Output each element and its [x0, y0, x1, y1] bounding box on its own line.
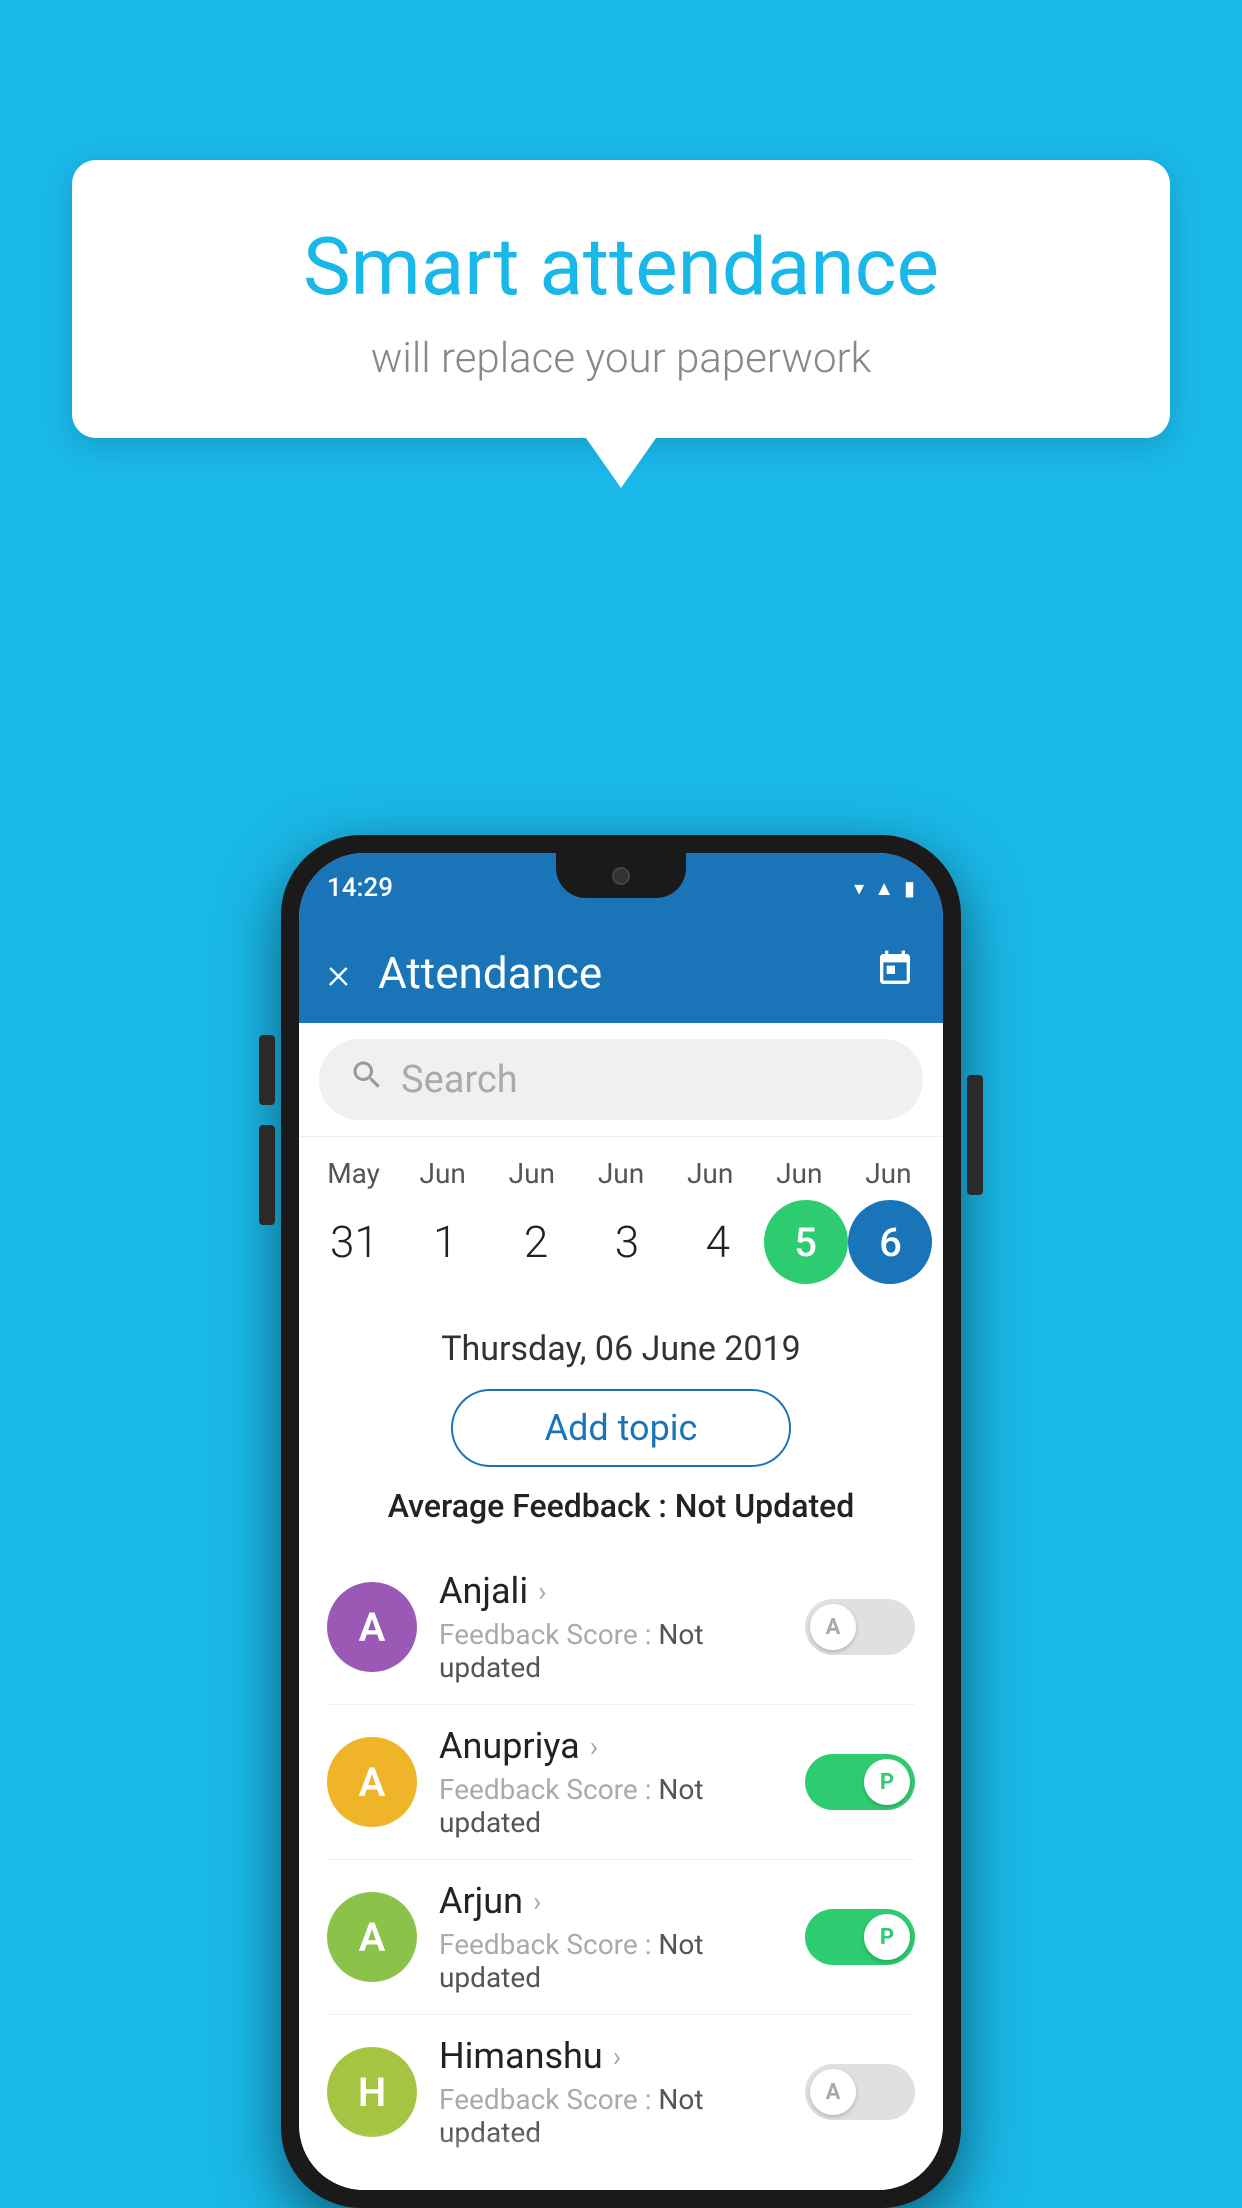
bubble-subtitle: will replace your paperwork	[132, 334, 1110, 383]
calendar-dates: 31 1 2 3 4 5 6	[309, 1200, 933, 1299]
student-info-arjun: Arjun › Feedback Score : Not updated	[439, 1880, 783, 1994]
avatar-anupriya: A	[327, 1737, 417, 1827]
toggle-switch-anjali[interactable]: A	[805, 1599, 915, 1655]
toggle-anjali[interactable]: A	[805, 1599, 915, 1655]
content-area: Thursday, 06 June 2019 Add topic Average…	[299, 1309, 943, 2190]
search-container: Search	[299, 1023, 943, 1137]
status-bar: 14:29 ▾ ▲ ▮	[299, 853, 943, 923]
status-time: 14:29	[327, 873, 393, 903]
month-5: Jun	[755, 1157, 844, 1190]
month-0: May	[309, 1157, 398, 1190]
chevron-right-icon: ›	[533, 1885, 541, 1918]
date-6-selected[interactable]: 6	[848, 1200, 932, 1284]
phone-notch	[556, 853, 686, 898]
wifi-icon: ▾	[854, 876, 864, 900]
toggle-knob-anjali: A	[810, 1604, 856, 1650]
month-1: Jun	[398, 1157, 487, 1190]
student-info-anjali: Anjali › Feedback Score : Not updated	[439, 1570, 783, 1684]
toggle-anupriya[interactable]: P	[805, 1754, 915, 1810]
chevron-right-icon: ›	[538, 1575, 546, 1608]
month-4: Jun	[666, 1157, 755, 1190]
avatar-anjali: A	[327, 1582, 417, 1672]
student-row: A Arjun › Feedback Score : Not updated P	[327, 1860, 915, 2015]
app-bar: × Attendance	[299, 923, 943, 1023]
phone-wrapper: 14:29 ▾ ▲ ▮ × Attendance	[281, 835, 961, 2208]
date-5-today[interactable]: 5	[764, 1200, 848, 1284]
month-3: Jun	[576, 1157, 665, 1190]
chevron-right-icon: ›	[590, 1730, 598, 1763]
student-feedback-anupriya: Feedback Score : Not updated	[439, 1773, 783, 1839]
selected-date: Thursday, 06 June 2019	[327, 1329, 915, 1369]
status-icons: ▾ ▲ ▮	[854, 876, 915, 901]
volume-down-button[interactable]	[259, 1125, 275, 1225]
date-2[interactable]: 2	[491, 1216, 581, 1268]
date-1[interactable]: 1	[400, 1216, 490, 1268]
toggle-arjun[interactable]: P	[805, 1909, 915, 1965]
avg-feedback-label: Average Feedback :	[388, 1487, 667, 1525]
search-placeholder: Search	[401, 1058, 518, 1102]
front-camera	[612, 867, 630, 885]
calendar-months: May Jun Jun Jun Jun Jun Jun	[309, 1157, 933, 1190]
toggle-switch-arjun[interactable]: P	[805, 1909, 915, 1965]
month-2: Jun	[487, 1157, 576, 1190]
toggle-knob-anupriya: P	[864, 1759, 910, 1805]
month-6: Jun	[844, 1157, 933, 1190]
avg-feedback-value: Not Updated	[675, 1487, 855, 1525]
phone-outer: 14:29 ▾ ▲ ▮ × Attendance	[281, 835, 961, 2208]
volume-up-button[interactable]	[259, 1035, 275, 1105]
add-topic-button[interactable]: Add topic	[451, 1389, 791, 1467]
student-row: A Anjali › Feedback Score : Not updated …	[327, 1550, 915, 1705]
bubble-arrow	[586, 438, 656, 488]
chevron-right-icon: ›	[613, 2040, 621, 2073]
student-row: A Anupriya › Feedback Score : Not update…	[327, 1705, 915, 1860]
student-feedback-himanshu: Feedback Score : Not updated	[439, 2083, 783, 2149]
student-info-anupriya: Anupriya › Feedback Score : Not updated	[439, 1725, 783, 1839]
phone-screen: 14:29 ▾ ▲ ▮ × Attendance	[299, 853, 943, 2190]
avg-feedback: Average Feedback : Not Updated	[327, 1487, 915, 1525]
date-4[interactable]: 4	[673, 1216, 763, 1268]
student-name-himanshu[interactable]: Himanshu ›	[439, 2035, 783, 2077]
student-feedback-arjun: Feedback Score : Not updated	[439, 1928, 783, 1994]
speech-bubble-wrapper: Smart attendance will replace your paper…	[72, 160, 1170, 488]
toggle-switch-himanshu[interactable]: A	[805, 2064, 915, 2120]
toggle-himanshu[interactable]: A	[805, 2064, 915, 2120]
date-3[interactable]: 3	[582, 1216, 672, 1268]
student-name-arjun[interactable]: Arjun ›	[439, 1880, 783, 1922]
toggle-knob-himanshu: A	[810, 2069, 856, 2115]
speech-bubble: Smart attendance will replace your paper…	[72, 160, 1170, 438]
student-feedback-anjali: Feedback Score : Not updated	[439, 1618, 783, 1684]
bubble-title: Smart attendance	[132, 220, 1110, 314]
calendar-icon[interactable]	[875, 949, 915, 998]
toggle-switch-anupriya[interactable]: P	[805, 1754, 915, 1810]
toggle-knob-arjun: P	[864, 1914, 910, 1960]
search-bar[interactable]: Search	[319, 1039, 923, 1120]
signal-icon: ▲	[874, 876, 894, 901]
date-31[interactable]: 31	[309, 1216, 399, 1268]
app-bar-title: Attendance	[378, 947, 847, 999]
close-button[interactable]: ×	[327, 951, 350, 995]
student-info-himanshu: Himanshu › Feedback Score : Not updated	[439, 2035, 783, 2149]
student-name-anupriya[interactable]: Anupriya ›	[439, 1725, 783, 1767]
power-button[interactable]	[967, 1075, 983, 1195]
calendar-row: May Jun Jun Jun Jun Jun Jun 31 1 2 3 4 5…	[299, 1137, 943, 1309]
avatar-himanshu: H	[327, 2047, 417, 2137]
avatar-arjun: A	[327, 1892, 417, 1982]
battery-icon: ▮	[904, 876, 915, 900]
student-row: H Himanshu › Feedback Score : Not update…	[327, 2015, 915, 2170]
student-name-anjali[interactable]: Anjali ›	[439, 1570, 783, 1612]
search-icon	[349, 1057, 385, 1102]
